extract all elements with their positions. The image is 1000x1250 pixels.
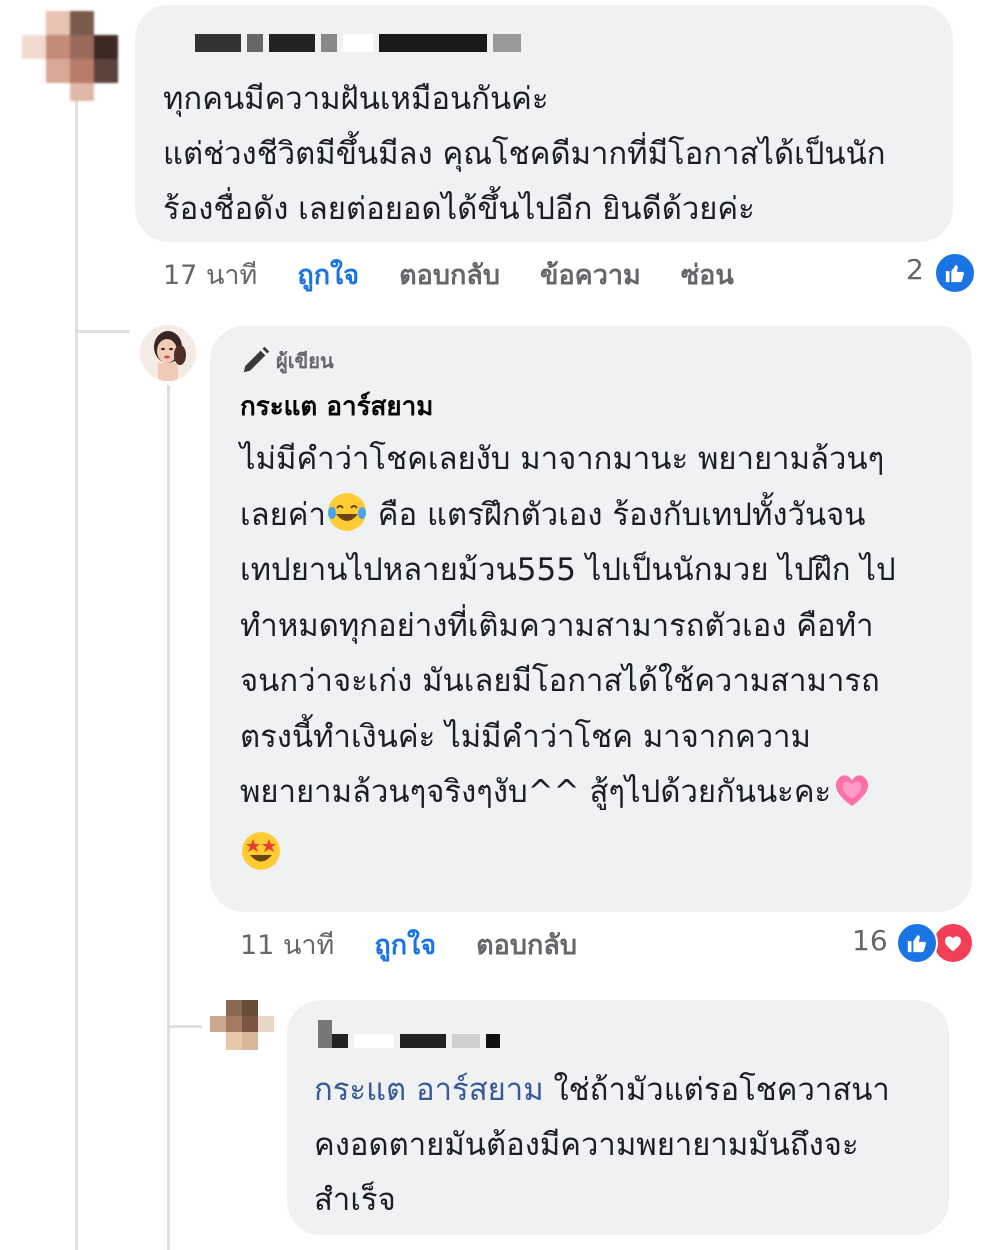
comment-line: คงอดตายมันต้องมีความพยายามมันถึงจะ <box>314 1127 859 1163</box>
author-avatar[interactable] <box>140 325 196 381</box>
redaction-block <box>486 1034 500 1048</box>
replier-avatar-blurred[interactable] <box>210 1000 274 1050</box>
comment-line: ไม่มีคำว่าโชคเลยงับ มาจากมานะ พยายามล้วน… <box>240 441 885 477</box>
comment-actions-2: 11 นาที ถูกใจ ตอบกลับ <box>240 922 577 967</box>
laughing-tears-emoji <box>326 491 368 533</box>
message-button[interactable]: ข้อความ <box>540 253 641 296</box>
pixelated-avatar-image <box>22 5 118 101</box>
like-icon[interactable] <box>934 252 976 294</box>
comment-text-3: กระแต อาร์สยาม ใช่ถ้ามัวแต่รอโชควาสนา คง… <box>314 1063 890 1228</box>
comment-line: พยายามล้วนๆจริงๆงับ^^ สู้ๆไปด้วยกันนะคะ <box>240 765 896 821</box>
redacted-replier-name[interactable] <box>318 1020 500 1048</box>
heart-icon[interactable] <box>932 922 974 964</box>
reply-button[interactable]: ตอบกลับ <box>399 253 500 296</box>
redaction-block <box>332 1034 348 1048</box>
star-struck-emoji <box>240 830 282 872</box>
comment-line: กระแต อาร์สยาม ใช่ถ้ามัวแต่รอโชควาสนา <box>314 1063 890 1118</box>
comment-time[interactable]: 11 นาที <box>240 923 334 966</box>
redaction-block <box>493 34 521 52</box>
reaction-count[interactable]: 2 <box>906 253 924 286</box>
commenter-avatar-blurred[interactable] <box>22 5 118 101</box>
comment-line-part: ใช่ถ้ามัวแต่รอโชควาสนา <box>543 1072 890 1108</box>
comment-actions-1: 17 นาที ถูกใจ ตอบกลับ ข้อความ ซ่อน <box>163 252 734 297</box>
mention-link[interactable]: กระแต อาร์สยาม <box>314 1072 544 1108</box>
thread-line-reply <box>167 385 170 1250</box>
author-badge: ผู้เขียน <box>240 345 334 377</box>
comment-text-2: ไม่มีคำว่าโชคเลยงับ มาจากมานะ พยายามล้วน… <box>240 432 896 882</box>
comment-text-1: ทุกคนมีความฝันเหมือนกันค่ะ แต่ช่วงชีวิตม… <box>163 81 886 227</box>
redaction-block <box>247 34 263 52</box>
redaction-block <box>379 34 487 52</box>
author-profile-photo <box>140 325 196 381</box>
comment-time[interactable]: 17 นาที <box>163 253 257 296</box>
hide-button[interactable]: ซ่อน <box>681 253 734 296</box>
comment-line: เทปยานไปหลายม้วน555 ไปเป็นนักมวย ไปฝึก ไ… <box>240 552 896 588</box>
comment-line: ตรงนี้ทำเงินค่ะ ไม่มีคำว่าโชค มาจากความ <box>240 718 811 755</box>
comment-line <box>240 821 896 883</box>
redaction-block <box>400 1034 446 1048</box>
comment-line: เลยค่า คือ แตรฝึกตัวเอง ร้องกับเทปทั้งวั… <box>240 488 896 544</box>
reaction-count[interactable]: 16 <box>852 924 888 957</box>
comment-line: สำเร็จ <box>314 1182 396 1218</box>
thread-line-branch-2 <box>167 1025 202 1028</box>
comment-line-part: เลยค่า <box>240 496 326 533</box>
author-badge-label: ผู้เขียน <box>276 349 334 373</box>
comment-line: ทำหมดทุกอย่างที่เติมความสามารถตัวเอง คือ… <box>240 607 874 644</box>
redaction-block <box>354 1034 394 1048</box>
redaction-block <box>318 1020 332 1048</box>
pixelated-avatar-image <box>210 1000 274 1050</box>
reply-button[interactable]: ตอบกลับ <box>476 923 577 966</box>
pencil-icon <box>243 346 270 373</box>
like-button[interactable]: ถูกใจ <box>374 923 436 966</box>
redacted-commenter-name[interactable] <box>195 34 521 52</box>
comment-line-part: พยายามล้วนๆจริงๆงับ^^ สู้ๆไปด้วยกันนะคะ <box>240 774 832 810</box>
thread-line-branch-1 <box>75 330 130 333</box>
redaction-block <box>321 34 337 52</box>
thread-line-main <box>75 95 78 1250</box>
redaction-block <box>269 34 315 52</box>
redaction-block <box>452 1034 480 1048</box>
redaction-block <box>343 34 373 52</box>
growing-heart-emoji <box>831 768 873 810</box>
comment-line: จนกว่าจะเก่ง มันเลยมีโอกาสได้ใช้ความสามา… <box>240 663 880 699</box>
redaction-block <box>195 34 241 52</box>
comment-line-part: คือ แตรฝึกตัวเอง ร้องกับเทปทั้งวันจน <box>367 496 866 533</box>
like-icon[interactable] <box>896 922 938 964</box>
like-button[interactable]: ถูกใจ <box>297 253 359 296</box>
comment-author-name[interactable]: กระแต อาร์สยาม <box>240 386 433 427</box>
